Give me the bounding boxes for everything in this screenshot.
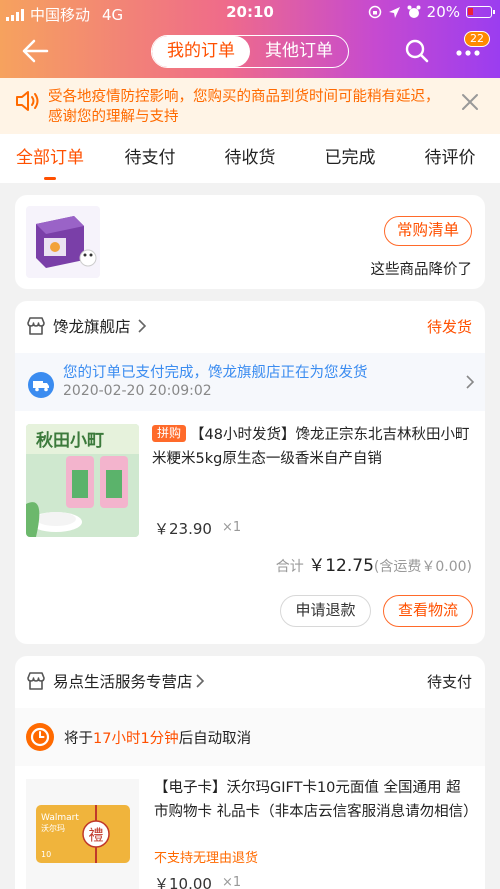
product-thumbnail[interactable] [26, 206, 100, 278]
total-label: 合计 [275, 559, 304, 575]
tab-completed[interactable]: 已完成 [300, 134, 400, 183]
product-title[interactable]: 【电子卡】沃尔玛GIFT卡10元面值 全国通用 超市购物卡 礼品卡（非本店云信客… [154, 776, 478, 824]
notice-text: 受各地疫情防控影响，您购买的商品到货时间可能稍有延迟，感谢您的理解与支持 [48, 89, 440, 125]
speaker-icon [16, 91, 39, 111]
tab-other-orders[interactable]: 其他订单 [250, 36, 348, 67]
order-total: 合计 ￥12.75(含运费￥0.00) [276, 551, 472, 576]
clock-icon [26, 723, 54, 751]
order-type-switch: 我的订单 其他订单 [151, 35, 349, 68]
nav-row: 我的订单 其他订单 22 [0, 30, 500, 74]
image-title: 秋田小町 [36, 430, 104, 451]
order-card: 易点生活服务专营店 待支付 将于17小时1分钟后自动取消 Walmart 沃尔玛… [15, 656, 485, 889]
alarm-icon [407, 5, 421, 18]
back-arrow-icon[interactable] [20, 36, 50, 66]
shop-name: 易点生活服务专营店 [53, 673, 193, 691]
product-quantity: ×1 [222, 520, 242, 535]
product-price: ￥23.90 [154, 520, 212, 538]
shop-name: 馋龙旗舰店 [53, 318, 131, 336]
product-title[interactable]: 拼购 【48小时发货】馋龙正宗东北吉林秋田小町米粳米5kg原生态一级香米自产自销 [152, 423, 472, 471]
price-drop-text: 这些商品降价了 [370, 262, 473, 278]
tab-pending-payment[interactable]: 待支付 [100, 134, 200, 183]
order-status: 待支付 [426, 673, 472, 691]
shop-header[interactable]: 馋龙旗舰店 待发货 [15, 301, 485, 353]
chevron-right-icon [138, 319, 147, 333]
shipping-fee: (含运费￥0.00) [373, 559, 472, 575]
product-quantity: ×1 [222, 875, 242, 889]
truck-icon [28, 372, 54, 398]
top-bar: 中国移动 4G 20:10 20% 我的订单 其他订单 22 [0, 0, 500, 78]
order-status: 待发货 [426, 318, 472, 336]
view-logistics-button[interactable]: 查看物流 [383, 595, 473, 627]
battery-icon [466, 6, 495, 18]
tab-my-orders[interactable]: 我的订单 [152, 36, 250, 67]
timer-prefix: 将于 [64, 731, 93, 747]
tab-all-orders[interactable]: 全部订单 [0, 134, 100, 183]
product-title-text: 【48小时发货】馋龙正宗东北吉林秋田小町米粳米5kg原生态一级香米自产自销 [152, 427, 470, 467]
total-amount: ￥12.75 [308, 556, 374, 576]
auto-cancel-text: 将于17小时1分钟后自动取消 [64, 727, 251, 748]
no-return-notice: 不支持无理由退货 [154, 851, 259, 866]
product-image[interactable]: 秋田小町 [26, 424, 139, 537]
lock-rotation-icon [368, 5, 381, 19]
frequent-list-card: 常购清单 这些商品降价了 [15, 195, 485, 289]
timer-suffix: 后自动取消 [178, 731, 252, 747]
auto-cancel-notice: 将于17小时1分钟后自动取消 [15, 708, 485, 766]
frequent-list-button[interactable]: 常购清单 [384, 216, 472, 246]
order-card: 馋龙旗舰店 待发货 您的订单已支付完成，馋龙旗舰店正在为您发货 2020-02-… [15, 301, 485, 644]
gift-card-image[interactable]: Walmart 沃尔玛 10 禮 [26, 779, 139, 889]
shipping-message: 您的订单已支付完成，馋龙旗舰店正在为您发货 [63, 365, 368, 381]
battery-percent: 20% [426, 3, 460, 21]
close-icon[interactable] [460, 92, 480, 112]
store-icon [27, 317, 45, 335]
walmart-logo-cn: 沃尔玛 [41, 823, 65, 833]
notice-banner: 受各地疫情防控影响，您购买的商品到货时间可能稍有延迟，感谢您的理解与支持 [0, 78, 500, 134]
chevron-right-icon [466, 375, 475, 389]
shipping-time: 2020-02-20 20:09:02 [63, 383, 212, 399]
timer-value: 17小时1分钟 [93, 731, 179, 747]
request-refund-button[interactable]: 申请退款 [280, 595, 371, 627]
shipping-info[interactable]: 您的订单已支付完成，馋龙旗舰店正在为您发货 2020-02-20 20:09:0… [15, 353, 485, 411]
walmart-logo: Walmart [41, 813, 79, 823]
shop-header[interactable]: 易点生活服务专营店 待支付 [15, 656, 485, 708]
card-value: 10 [41, 850, 51, 859]
order-status-tabs: 全部订单 待支付 待收货 已完成 待评价 [0, 134, 500, 183]
location-icon [388, 6, 400, 18]
tab-pending-receipt[interactable]: 待收货 [200, 134, 300, 183]
message-badge: 22 [464, 31, 490, 47]
store-icon [27, 672, 45, 690]
group-buy-tag: 拼购 [152, 425, 187, 442]
chevron-right-icon [196, 674, 205, 688]
product-price: ￥10.00 [154, 875, 212, 889]
status-bar: 中国移动 4G 20:10 20% [0, 0, 500, 26]
tab-pending-review[interactable]: 待评价 [400, 134, 500, 183]
gift-char: 禮 [88, 826, 103, 844]
search-icon[interactable] [404, 38, 430, 64]
